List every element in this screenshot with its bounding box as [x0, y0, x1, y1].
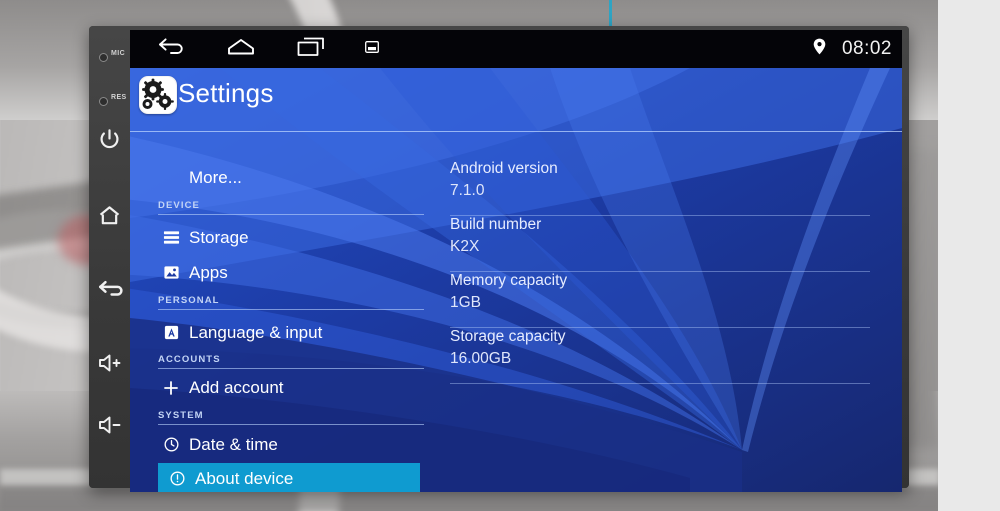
- settings-content: More... DEVICE Storage Apps PERSONAL Lan…: [130, 132, 902, 492]
- info-label: Storage capacity: [450, 328, 566, 345]
- nav-home-button[interactable]: [212, 30, 270, 68]
- nav-back-button[interactable]: [142, 30, 200, 68]
- sidebar-item-language-input[interactable]: Language & input: [158, 317, 430, 348]
- info-row-build-number[interactable]: Build number K2X: [450, 216, 870, 272]
- home-icon: [97, 203, 122, 228]
- sidebar-item-label: Apps: [189, 262, 228, 282]
- section-system: SYSTEM: [158, 410, 424, 425]
- plus-icon: [158, 375, 184, 401]
- power-icon: [97, 127, 122, 152]
- page-title: Settings: [178, 78, 274, 108]
- section-divider: [158, 309, 424, 310]
- back-icon: [157, 36, 185, 63]
- sidebar-item-label: Language & input: [189, 322, 323, 342]
- section-personal: PERSONAL: [158, 295, 424, 310]
- reset-hole[interactable]: [99, 97, 108, 106]
- android-navigation-bar[interactable]: 08:02: [130, 30, 902, 68]
- info-value: 16.00GB: [450, 350, 512, 367]
- volume-up-button[interactable]: [89, 348, 130, 378]
- settings-header: Settings: [130, 68, 902, 120]
- sidebar-item-add-account[interactable]: Add account: [158, 372, 430, 403]
- sidebar-item-label: About device: [195, 468, 294, 488]
- sidebar-item-apps[interactable]: Apps: [158, 257, 430, 288]
- section-accounts: ACCOUNTS: [158, 354, 424, 369]
- back-arrow-icon: [97, 275, 123, 301]
- about-device-panel: Android version 7.1.0 Build number K2X M…: [450, 132, 902, 492]
- sidebar-item-label: More...: [189, 167, 242, 187]
- recents-icon: [296, 36, 326, 63]
- info-row-android-version[interactable]: Android version 7.1.0: [450, 160, 870, 216]
- sidebar-item-about-device[interactable]: About device: [158, 463, 420, 492]
- section-label: SYSTEM: [158, 410, 204, 421]
- volume-down-button[interactable]: [89, 410, 130, 440]
- sidebar-item-storage[interactable]: Storage: [158, 222, 430, 253]
- volume-up-icon: [97, 352, 123, 374]
- back-button[interactable]: [89, 273, 130, 303]
- settings-menu-list[interactable]: More... DEVICE Storage Apps PERSONAL Lan…: [130, 132, 430, 492]
- info-label: Memory capacity: [450, 272, 568, 289]
- section-label: PERSONAL: [158, 295, 220, 306]
- sidebar-item-label: Add account: [189, 377, 284, 397]
- bg-trim-dark: [0, 489, 940, 511]
- info-icon: [164, 466, 190, 492]
- section-divider: [158, 424, 424, 425]
- section-device: DEVICE: [158, 200, 424, 215]
- apps-icon: [158, 260, 184, 286]
- info-row-storage-capacity[interactable]: Storage capacity 16.00GB: [450, 328, 870, 384]
- reset-label: RES: [111, 94, 127, 101]
- home-icon: [226, 37, 256, 62]
- language-icon: [158, 320, 184, 346]
- info-label: Android version: [450, 160, 558, 177]
- gears-glyph: [140, 77, 176, 113]
- info-row-memory-capacity[interactable]: Memory capacity 1GB: [450, 272, 870, 328]
- car-head-unit: MIC RES Settings More... DEVICE Storage …: [89, 26, 909, 492]
- screenshot-icon: [365, 40, 379, 58]
- mic-label: MIC: [111, 50, 126, 57]
- power-button[interactable]: [89, 124, 130, 154]
- info-label: Build number: [450, 216, 542, 233]
- status-bar-right: 08:02: [813, 30, 892, 68]
- status-bar-clock: 08:02: [841, 38, 892, 59]
- hardware-button-rail: MIC RES: [89, 26, 130, 488]
- sidebar-item-more[interactable]: More...: [158, 162, 430, 193]
- location-pin-icon: [813, 38, 826, 60]
- storage-icon: [158, 225, 184, 251]
- section-label: DEVICE: [158, 200, 200, 211]
- info-value: 7.1.0: [450, 182, 485, 199]
- volume-down-icon: [97, 414, 123, 436]
- section-divider: [158, 368, 424, 369]
- mic-hole: [99, 53, 108, 62]
- bg-right-panel: [938, 0, 1000, 511]
- sidebar-item-label: Date & time: [189, 434, 278, 454]
- sidebar-item-date-time[interactable]: Date & time: [158, 429, 430, 460]
- settings-gears-icon: [139, 76, 177, 114]
- nav-recents-button[interactable]: [282, 30, 340, 68]
- info-divider: [450, 383, 870, 384]
- home-button[interactable]: [89, 200, 130, 230]
- sidebar-item-label: Storage: [189, 227, 249, 247]
- info-value: K2X: [450, 238, 480, 255]
- clock-icon: [158, 432, 184, 458]
- touchscreen[interactable]: Settings More... DEVICE Storage Apps PER…: [130, 30, 902, 492]
- section-divider: [158, 214, 424, 215]
- section-label: ACCOUNTS: [158, 354, 221, 365]
- info-value: 1GB: [450, 294, 482, 311]
- nav-screenshot-button[interactable]: [352, 30, 392, 68]
